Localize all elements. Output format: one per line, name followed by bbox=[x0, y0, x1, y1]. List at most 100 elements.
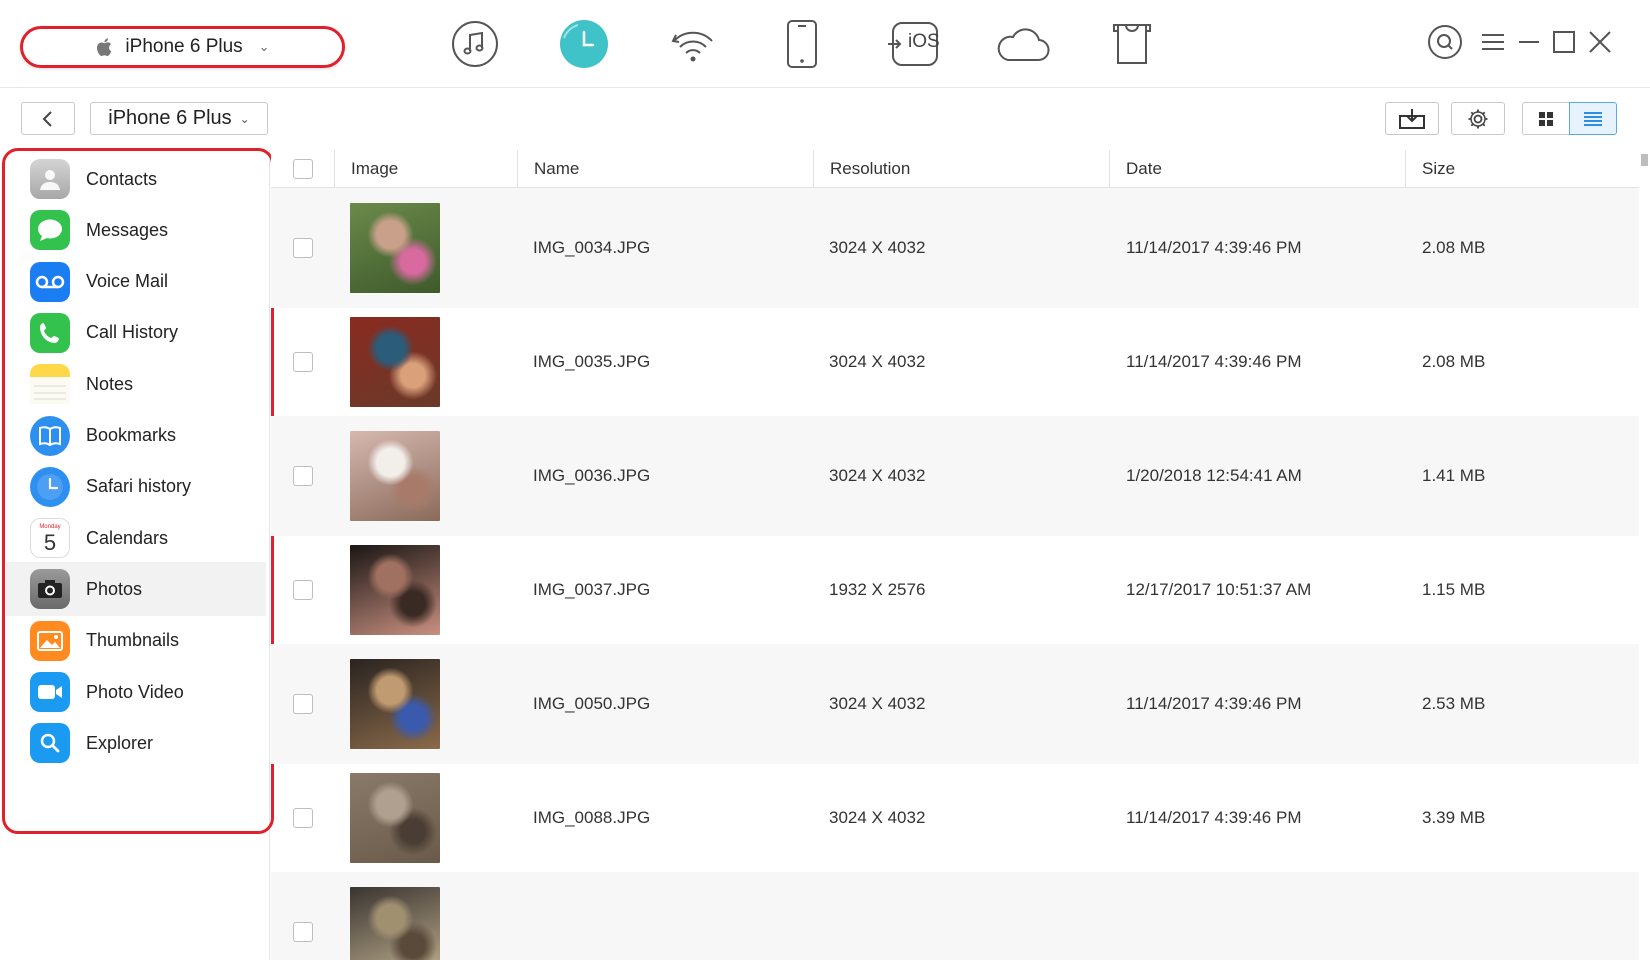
sidebar-item-contacts[interactable]: Contacts bbox=[6, 152, 266, 206]
chevron-down-icon: ⌄ bbox=[258, 39, 270, 54]
minimize-button[interactable] bbox=[1511, 24, 1547, 60]
messages-icon bbox=[30, 210, 70, 251]
menu-button[interactable] bbox=[1475, 24, 1511, 60]
image-cell bbox=[350, 302, 517, 422]
table-row[interactable]: IMG_0088.JPG 3024 X 4032 11/14/2017 4:39:4… bbox=[271, 758, 1639, 878]
sidebar-item-bookmarks[interactable]: Bookmarks bbox=[6, 409, 266, 463]
row-checkbox[interactable] bbox=[292, 580, 313, 600]
settings-button[interactable] bbox=[1451, 102, 1505, 135]
resolution-cell: 3024 X 4032 bbox=[829, 808, 926, 827]
toolkit-button[interactable] bbox=[1106, 18, 1158, 70]
photo-thumbnail[interactable] bbox=[350, 203, 440, 293]
export-button[interactable] bbox=[1385, 102, 1439, 135]
table-row[interactable]: IMG_0050.JPG 3024 X 4032 11/14/2017 4:39:4… bbox=[271, 644, 1639, 764]
column-header-name[interactable]: Name bbox=[517, 150, 813, 188]
sidebar-item-messages[interactable]: Messages bbox=[6, 203, 266, 257]
sidebar-item-notes[interactable]: Notes bbox=[6, 357, 266, 411]
backup-button[interactable] bbox=[558, 18, 610, 70]
sidebar-item-label: Photos bbox=[86, 578, 143, 599]
row-select-cell bbox=[271, 872, 334, 960]
column-header-size[interactable]: Size bbox=[1405, 150, 1639, 188]
sidebar-item-thumbnails[interactable]: Thumbnails bbox=[6, 614, 266, 668]
close-button[interactable] bbox=[1582, 24, 1618, 60]
cloud-button[interactable] bbox=[993, 18, 1051, 70]
row-checkbox[interactable] bbox=[292, 808, 313, 828]
table-row[interactable]: IMG_0037.JPG 1932 X 2576 12/17/2017 10:51:… bbox=[271, 530, 1639, 650]
backup-clock-icon bbox=[560, 20, 608, 68]
size-cell: 3.39 MB bbox=[1422, 808, 1486, 827]
row-select-cell bbox=[271, 302, 334, 422]
row-checkbox[interactable] bbox=[292, 694, 313, 714]
sidebar-item-photo-video[interactable]: Photo Video bbox=[6, 665, 266, 719]
row-checkbox[interactable] bbox=[292, 352, 313, 372]
grid-view-icon bbox=[1539, 111, 1553, 126]
phone-button[interactable] bbox=[776, 18, 828, 70]
grid-view-button[interactable] bbox=[1522, 102, 1570, 135]
column-header-image[interactable]: Image bbox=[334, 150, 517, 188]
row-select-cell bbox=[271, 416, 334, 536]
top-toolbar: iPhone 6 Plus ⌄ iOS bbox=[0, 0, 1650, 88]
photo-thumbnail[interactable] bbox=[350, 545, 440, 635]
sidebar-item-label: Safari history bbox=[86, 476, 192, 497]
contacts-icon bbox=[30, 159, 70, 199]
column-header-date[interactable]: Date bbox=[1109, 150, 1405, 188]
table-row[interactable]: IMG_0035.JPG 3024 X 4032 11/14/2017 4:39:4… bbox=[271, 302, 1639, 422]
size-cell: 2.08 MB bbox=[1422, 352, 1486, 371]
sidebar-item-voice-mail[interactable]: Voice Mail bbox=[6, 255, 266, 309]
scrollbar-thumb[interactable] bbox=[1641, 154, 1648, 166]
sidebar-item-explorer[interactable]: Explorer bbox=[6, 716, 266, 770]
breadcrumb-device[interactable]: iPhone 6 Plus ⌄ bbox=[90, 102, 268, 135]
phone-icon bbox=[787, 20, 817, 68]
list-view-button[interactable] bbox=[1569, 102, 1617, 135]
maximize-icon bbox=[1553, 31, 1575, 53]
table-row[interactable]: IMG_0034.JPG 3024 X 4032 11/14/2017 4:39:4… bbox=[271, 188, 1639, 308]
breadcrumb-label: iPhone 6 Plus bbox=[108, 107, 232, 129]
name-cell: IMG_0037.JPG bbox=[533, 580, 651, 599]
chevron-down-icon: ⌄ bbox=[239, 111, 250, 126]
safari-history-icon bbox=[30, 466, 70, 507]
resolution-cell: 3024 X 4032 bbox=[829, 238, 926, 257]
photo-thumbnail[interactable] bbox=[350, 659, 440, 749]
camera-icon bbox=[30, 569, 70, 610]
to-ios-button[interactable]: iOS bbox=[884, 18, 944, 70]
row-checkbox[interactable] bbox=[292, 466, 313, 486]
column-header-resolution[interactable]: Resolution bbox=[813, 150, 1109, 188]
image-cell bbox=[350, 872, 517, 960]
sidebar-item-photos[interactable]: Photos bbox=[6, 562, 266, 617]
sidebar-item-calendars[interactable]: Monday 5 Calendars bbox=[6, 511, 266, 565]
row-select-cell bbox=[271, 758, 334, 878]
wifi-sync-button[interactable] bbox=[667, 18, 719, 70]
table-row[interactable]: IMG_0036.JPG 3024 X 4032 1/20/2018 12:54:4… bbox=[271, 416, 1639, 536]
search-icon bbox=[1428, 25, 1462, 59]
date-cell: 11/14/2017 4:39:46 PM bbox=[1126, 238, 1302, 257]
photo-thumbnail[interactable] bbox=[350, 431, 440, 521]
sidebar-item-call-history[interactable]: Call History bbox=[6, 306, 266, 360]
image-cell bbox=[350, 644, 517, 764]
export-to-pc-icon bbox=[1399, 108, 1425, 129]
category-sidebar: Contacts Messages Voice Mail Call History No… bbox=[0, 150, 270, 960]
maximize-button[interactable] bbox=[1546, 24, 1582, 60]
photo-thumbnail[interactable] bbox=[350, 887, 440, 960]
notes-icon bbox=[30, 364, 70, 405]
music-button[interactable] bbox=[449, 18, 501, 70]
call-history-icon bbox=[30, 312, 70, 353]
voicemail-icon bbox=[30, 261, 70, 302]
vertical-scrollbar[interactable] bbox=[1639, 150, 1650, 960]
device-selector[interactable]: iPhone 6 Plus ⌄ bbox=[20, 26, 345, 68]
photo-thumbnail[interactable] bbox=[350, 317, 440, 407]
table-row[interactable] bbox=[271, 872, 1639, 960]
photo-thumbnail[interactable] bbox=[350, 773, 440, 863]
resolution-cell: 3024 X 4032 bbox=[829, 352, 926, 371]
size-cell: 1.41 MB bbox=[1422, 466, 1486, 485]
select-all-checkbox[interactable] bbox=[292, 159, 313, 179]
sidebar-item-safari-history[interactable]: Safari history bbox=[6, 460, 266, 514]
chevron-left-icon bbox=[42, 110, 52, 127]
row-checkbox[interactable] bbox=[292, 238, 313, 258]
search-button[interactable] bbox=[1427, 24, 1463, 60]
back-button[interactable] bbox=[21, 102, 75, 135]
name-cell: IMG_0034.JPG bbox=[533, 238, 651, 257]
row-checkbox[interactable] bbox=[292, 922, 313, 942]
image-cell bbox=[350, 416, 517, 536]
calendar-icon: Monday 5 bbox=[30, 518, 70, 559]
bookmarks-icon bbox=[30, 415, 70, 456]
